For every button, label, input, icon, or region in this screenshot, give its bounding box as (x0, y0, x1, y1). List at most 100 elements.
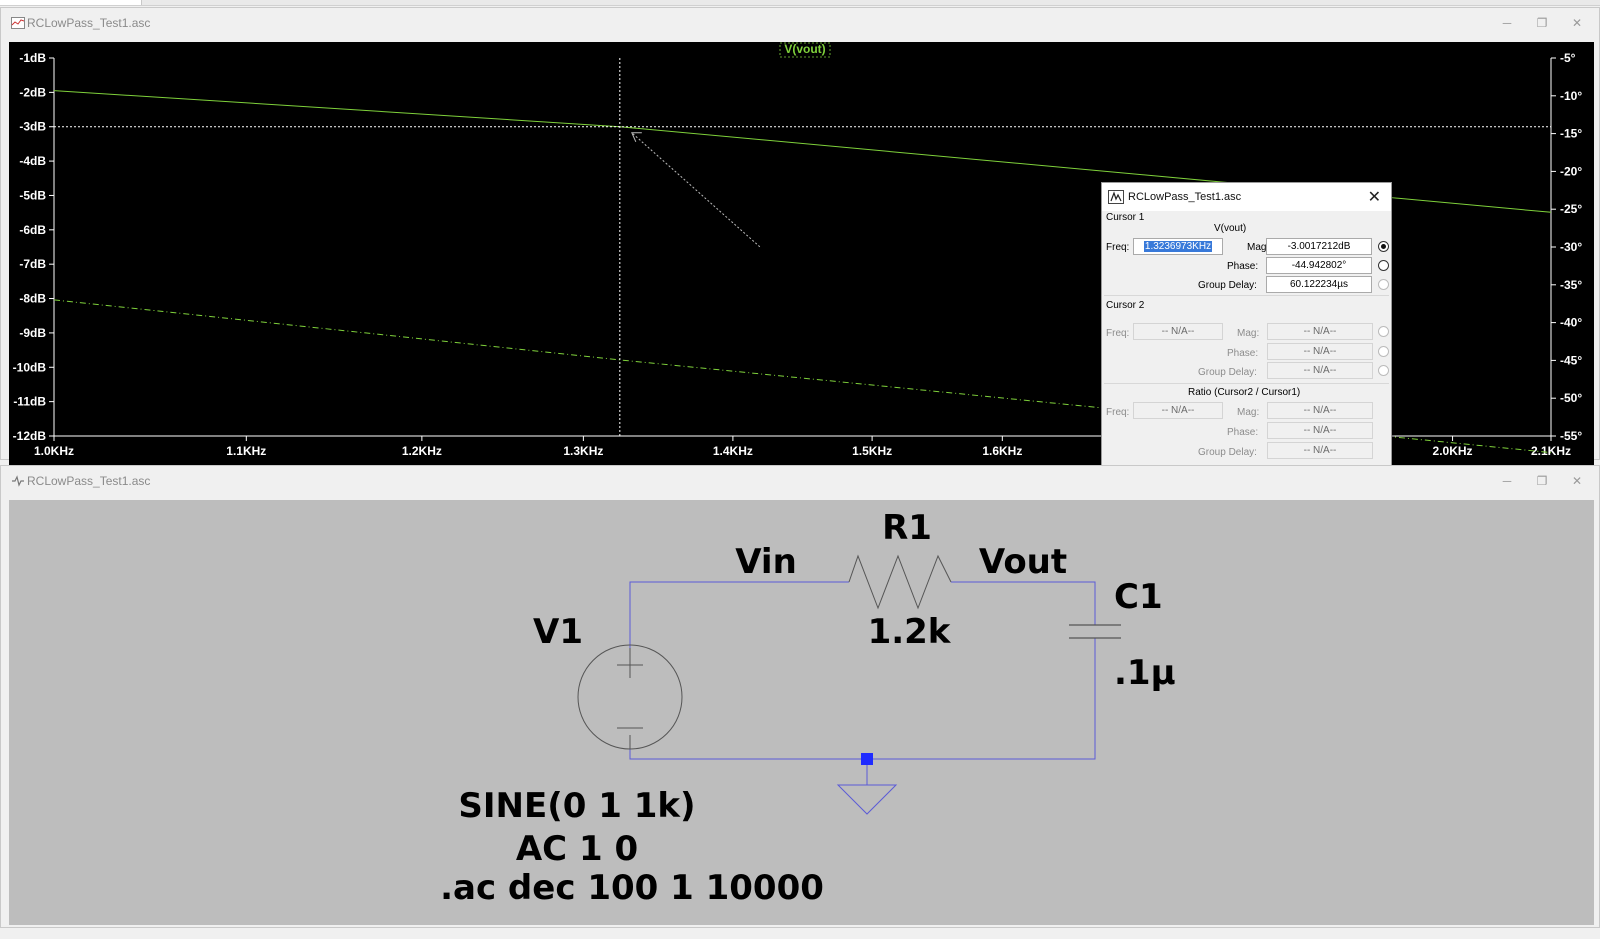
cursor2-mag-field[interactable]: -- N/A-- (1267, 323, 1373, 340)
divider (1104, 383, 1389, 384)
schematic-window-title: RCLowPass_Test1.asc (27, 474, 151, 488)
resistor-r1-symbol[interactable] (848, 554, 952, 610)
minimize-icon[interactable]: ─ (1496, 473, 1518, 489)
cursor1-freq-field[interactable]: 1.3236973KHz (1133, 238, 1223, 255)
y-tick-label: -11dB (13, 395, 46, 409)
ratio-freq-field[interactable]: -- N/A-- (1133, 402, 1223, 419)
cursor2-phase-field[interactable]: -- N/A-- (1267, 343, 1373, 360)
ratio-mag-label: Mag: (1237, 407, 1260, 418)
waveform-plot[interactable]: -1dB -2dB -3dB -4dB -5dB -6dB -7dB -8dB -9dB -10d… (9, 42, 1594, 472)
c2-mag-radio[interactable] (1378, 326, 1389, 337)
close-icon[interactable]: ✕ (1368, 187, 1381, 207)
minimize-icon[interactable]: ─ (1496, 15, 1518, 31)
y-tick-label: -2dB (19, 85, 46, 99)
spice-directive[interactable]: .ac dec 100 1 10000 (440, 868, 824, 908)
x-tick-label: 2.0KHz (1433, 444, 1473, 458)
y2-tick-label: -20° (1560, 164, 1582, 178)
net-label-vin[interactable]: Vin (735, 542, 797, 582)
group-delay-label: Group Delay: (1198, 280, 1257, 291)
y-tick-label: -12dB (13, 429, 47, 443)
cursor2-label: Cursor 2 (1106, 300, 1145, 311)
schematic-canvas[interactable]: Vin R1 1.2k Vout C1 .1µ V1 SINE(0 1 1k) … (9, 500, 1594, 925)
ltspice-icon (1108, 190, 1124, 204)
plot-window-title: RCLowPass_Test1.asc (27, 16, 151, 30)
x-tick-label: 1.3KHz (563, 444, 603, 458)
v1-name[interactable]: V1 (533, 612, 583, 652)
y-tick-label: -4dB (19, 154, 46, 168)
cursor-dialog-titlebar[interactable]: RCLowPass_Test1.asc ✕ (1102, 183, 1391, 211)
cursor2-group-delay-field[interactable]: -- N/A-- (1267, 362, 1373, 379)
ground-icon[interactable] (836, 784, 898, 815)
c2-mag-label: Mag: (1237, 328, 1260, 339)
close-icon[interactable]: ✕ (1566, 15, 1588, 31)
divider (1104, 295, 1389, 296)
cursor-dialog[interactable]: RCLowPass_Test1.asc ✕ Cursor 1 V(vout) F… (1101, 182, 1392, 468)
ratio-group-delay-field[interactable]: -- N/A-- (1267, 442, 1373, 459)
cursor-pointer-arrow (631, 132, 761, 248)
top-tab-strip (0, 0, 1600, 6)
c1-value[interactable]: .1µ (1114, 653, 1176, 693)
group-delay-radio[interactable] (1378, 279, 1389, 290)
y2-tick-label: -40° (1560, 316, 1582, 330)
plot-titlebar: RCLowPass_Test1.asc ─ ❐ ✕ (1, 8, 1599, 38)
schematic-titlebar: RCLowPass_Test1.asc ─ ❐ ✕ (1, 466, 1599, 496)
restore-icon[interactable]: ❐ (1531, 473, 1553, 489)
cursor1-phase-field[interactable]: -44.942802° (1266, 257, 1372, 274)
wire-vout[interactable] (951, 581, 1096, 625)
status-bar (0, 930, 1600, 939)
wire-vin[interactable] (629, 581, 849, 648)
cursor2-freq-field[interactable]: -- N/A-- (1133, 323, 1223, 340)
phase-label: Phase: (1227, 261, 1259, 272)
ratio-group-delay-label: Group Delay: (1198, 447, 1257, 458)
schematic-drawing[interactable]: Vin R1 1.2k Vout C1 .1µ V1 SINE(0 1 1k) … (9, 500, 1594, 925)
c2-group-delay-radio[interactable] (1378, 365, 1389, 376)
y2-tick-label: -5° (1560, 51, 1576, 65)
y-tick-label: -1dB (19, 51, 46, 65)
wire-ground[interactable] (629, 638, 1096, 760)
cursor1-mag-field[interactable]: -3.0017212dB (1266, 238, 1372, 255)
x-tick-label: 1.1KHz (226, 444, 266, 458)
r1-value[interactable]: 1.2k (868, 612, 952, 652)
restore-icon[interactable]: ❐ (1531, 15, 1553, 31)
y2-tick-label: -15° (1560, 127, 1582, 141)
net-label-vout[interactable]: Vout (979, 542, 1067, 582)
c2-phase-radio[interactable] (1378, 346, 1389, 357)
schematic-window: RCLowPass_Test1.asc ─ ❐ ✕ Vin R1 1.2k Vo… (0, 465, 1600, 928)
y-tick-label: -9dB (19, 326, 46, 340)
freq-label: Freq: (1106, 242, 1130, 253)
ratio-freq-label: Freq: (1106, 407, 1130, 418)
y-tick-label: -6dB (19, 223, 46, 237)
y-tick-label: -8dB (19, 292, 46, 306)
ratio-mag-field[interactable]: -- N/A-- (1267, 402, 1373, 419)
plot-window: RCLowPass_Test1.asc ─ ❐ ✕ -1dB -2dB -3dB -4… (0, 7, 1600, 472)
junction-node[interactable] (861, 753, 873, 765)
v1-sine-value[interactable]: SINE(0 1 1k) (458, 786, 695, 826)
c2-group-delay-label: Group Delay: (1198, 367, 1257, 378)
x-tick-label: 1.5KHz (852, 444, 892, 458)
x-tick-label: 1.6KHz (982, 444, 1022, 458)
y2-tick-label: -30° (1560, 240, 1582, 254)
close-icon[interactable]: ✕ (1566, 473, 1588, 489)
y-tick-label: -3dB (19, 120, 46, 134)
v1-ac-value[interactable]: AC 1 0 (516, 829, 638, 869)
phase-radio[interactable] (1378, 260, 1389, 271)
y2-tick-label: -10° (1560, 89, 1582, 103)
cursor1-label: Cursor 1 (1106, 212, 1145, 223)
x-tick-label: 1.0KHz (34, 444, 74, 458)
y-tick-label: -7dB (19, 257, 46, 271)
r1-name[interactable]: R1 (882, 508, 932, 548)
ratio-phase-field[interactable]: -- N/A-- (1267, 422, 1373, 439)
c1-name[interactable]: C1 (1114, 577, 1163, 617)
active-tab[interactable] (0, 0, 142, 5)
cursor1-group-delay-field[interactable]: 60.122234µs (1266, 276, 1372, 293)
y2-tick-label: -45° (1560, 353, 1582, 367)
x-tick-label: 2.1KHz (1531, 444, 1571, 458)
mag-radio[interactable] (1378, 241, 1389, 252)
trace-label-vout[interactable]: V(vout) (784, 42, 825, 56)
y2-tick-label: -25° (1560, 202, 1582, 216)
schematic-window-icon (12, 475, 24, 487)
x-tick-label: 1.4KHz (713, 444, 753, 458)
c2-phase-label: Phase: (1227, 348, 1259, 359)
x-tick-label: 1.2KHz (402, 444, 442, 458)
y2-tick-label: -55° (1560, 429, 1582, 443)
